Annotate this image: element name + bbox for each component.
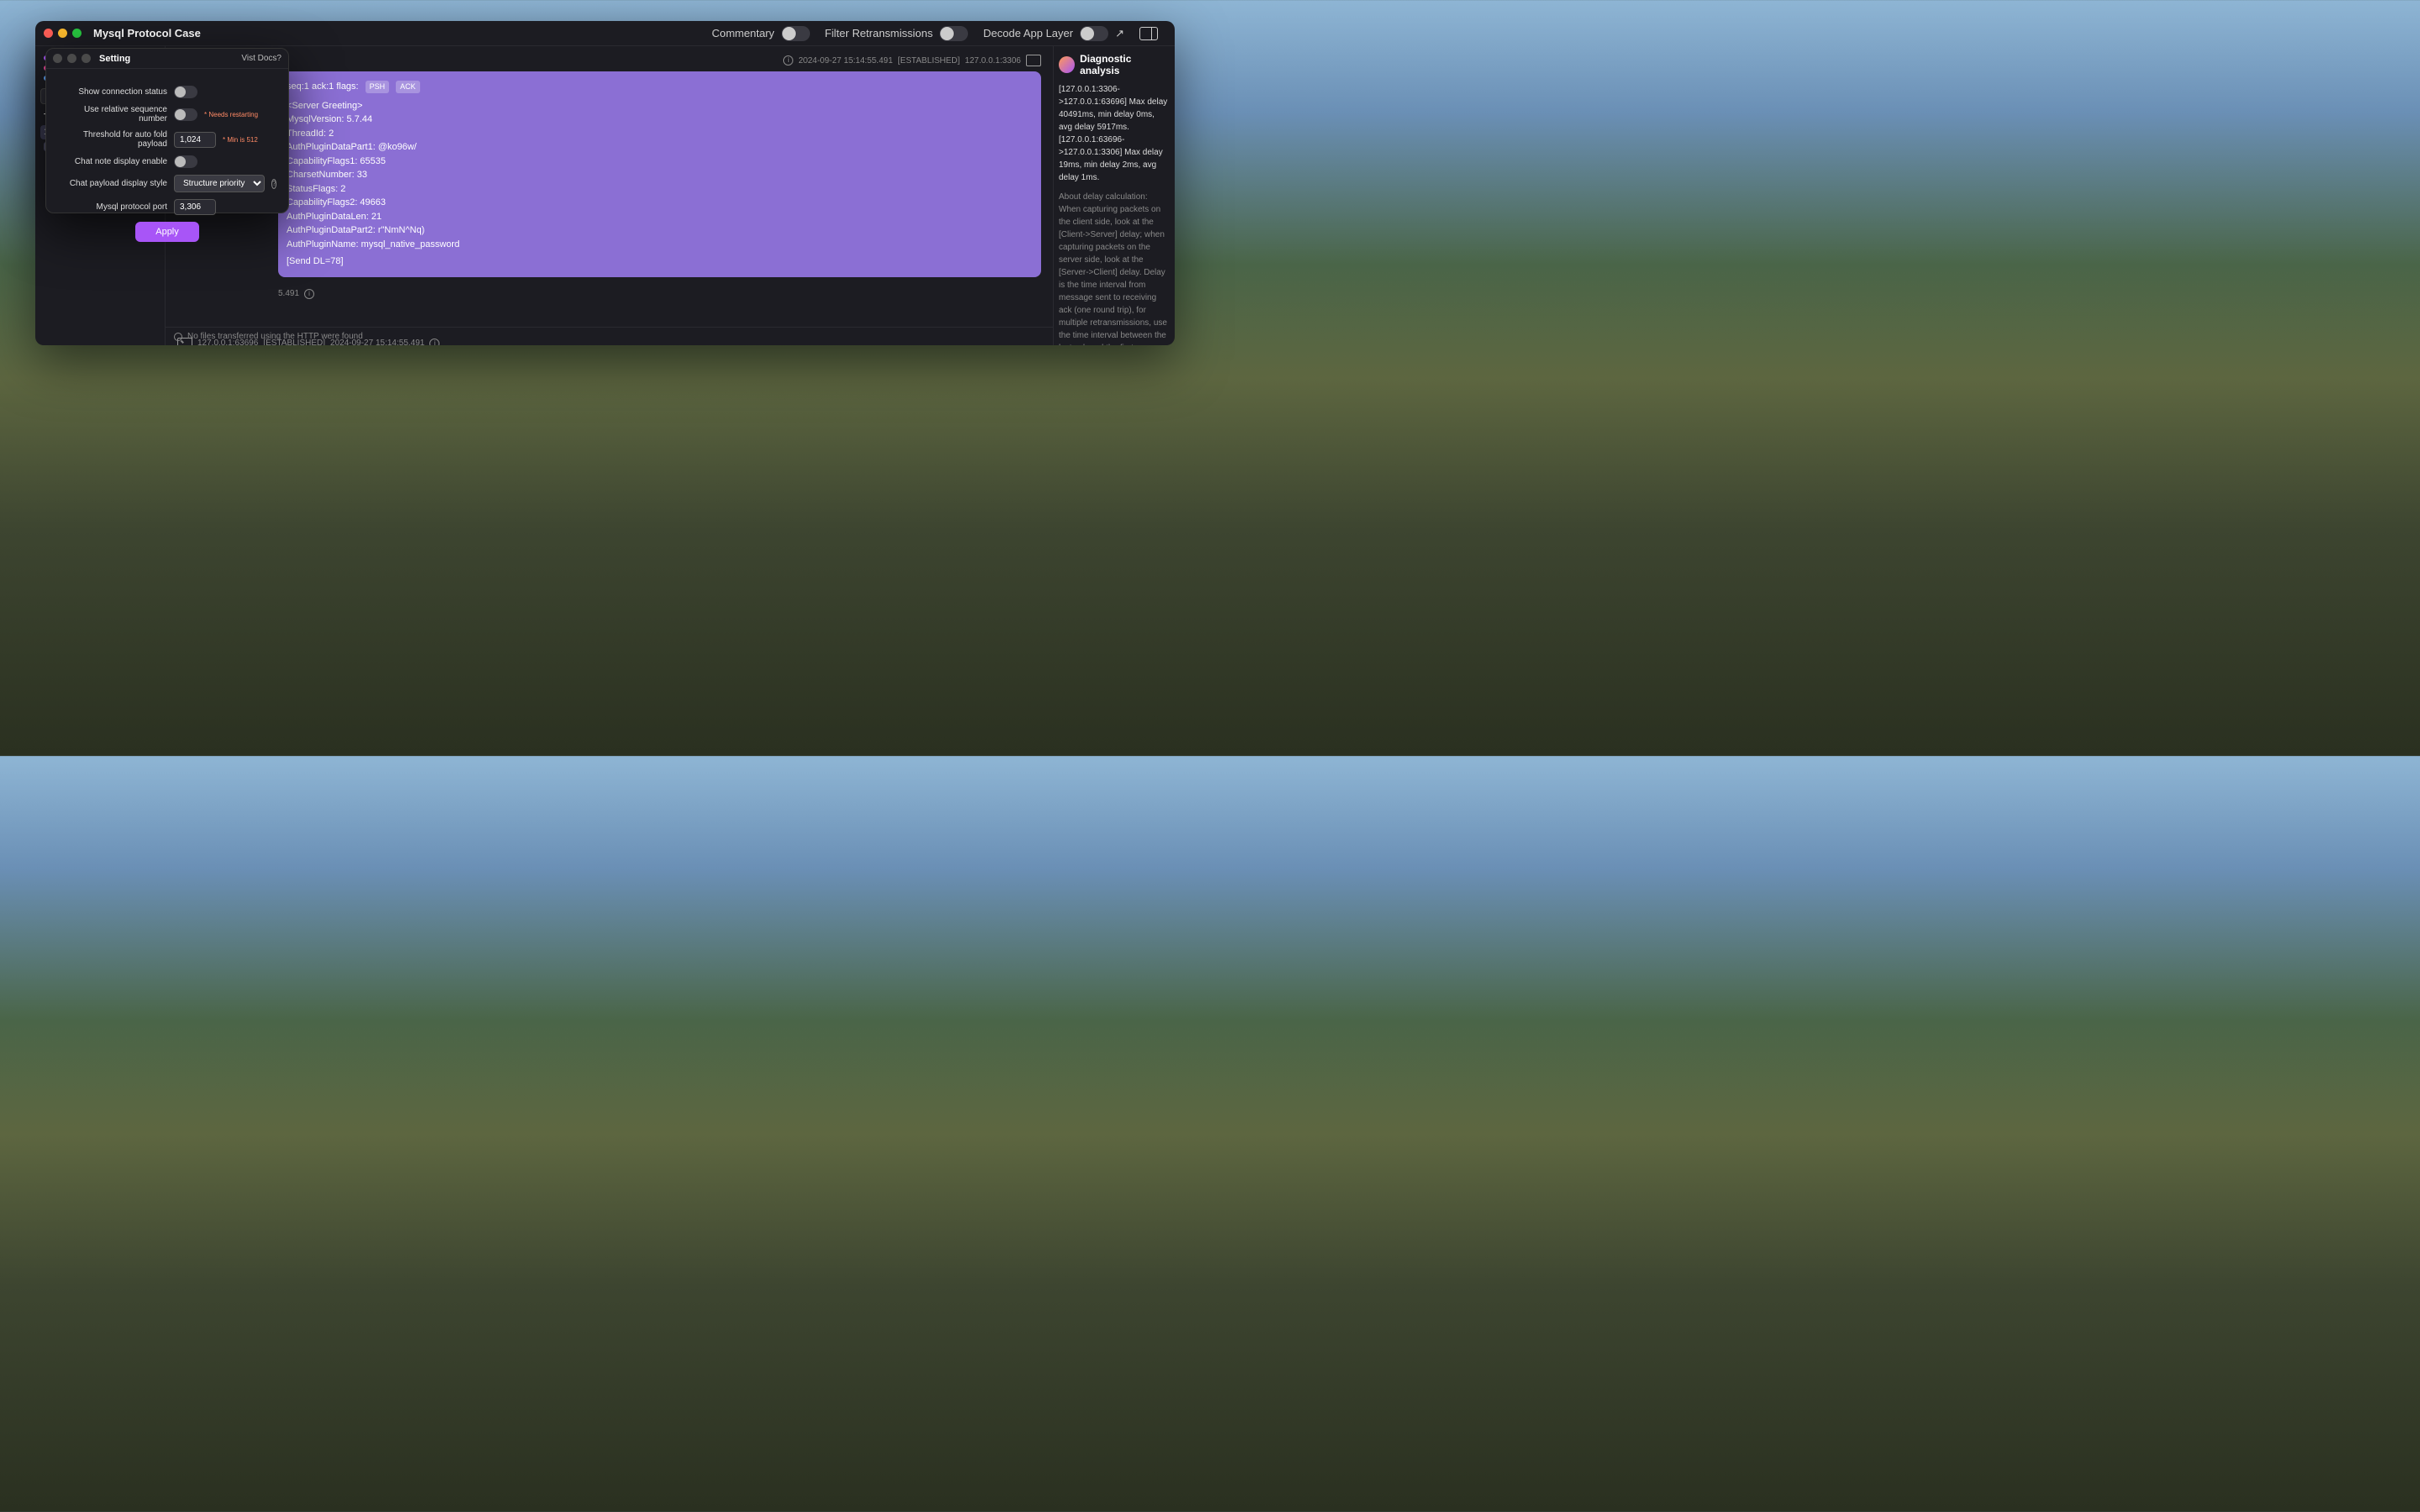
minimize-icon[interactable] [58,29,67,38]
payload-style-select[interactable]: Structure priority [174,175,265,192]
diagnostic-panel: Diagnostic analysis [127.0.0.1:3306->127… [1053,46,1175,345]
threshold-input[interactable] [174,132,216,148]
diagnostic-text: [127.0.0.1:3306->127.0.0.1:63696] Max de… [1059,83,1170,184]
setting-label: Threshold for auto fold payload [58,130,167,149]
payload-line: CapabilityFlags1: 65535 [287,155,1033,169]
payload-line: CharsetNumber: 33 [287,168,1033,182]
toolbar: Commentary Filter Retransmissions Decode… [712,26,1158,41]
payload-line: CapabilityFlags2: 49663 [287,196,1033,210]
help-icon[interactable]: ? [271,179,276,189]
setting-mysql-port: Mysql protocol port [58,199,276,215]
external-link-icon[interactable]: ↗ [1115,27,1124,40]
status-text: No files transferred using the HTTP were… [187,332,363,341]
payload-line: AuthPluginDataPart1: @ko96w/ [287,140,1033,155]
chat-note-toggle[interactable] [174,155,197,168]
toolbar-decode[interactable]: Decode App Layer ↗ [983,26,1124,41]
setting-threshold: Threshold for auto fold payload * Min is… [58,130,276,149]
chat-panel: i 2024-09-27 15:14:55.491 [ESTABLISHED] … [166,46,1053,345]
filter-label: Filter Retransmissions [825,27,934,39]
filter-toggle[interactable] [939,26,968,41]
setting-label: Mysql protocol port [58,202,167,212]
payload-line: ThreadId: 2 [287,127,1033,141]
info-icon[interactable]: i [783,55,793,66]
payload-line: <Server Greeting> [287,99,1033,113]
payload-line: StatusFlags: 2 [287,182,1033,197]
meta-time: 5.491 [278,289,299,298]
titlebar: Mysql Protocol Case Commentary Filter Re… [35,21,1175,46]
meta-state: [ESTABLISHED] [898,56,960,66]
info-icon[interactable]: i [304,289,314,299]
setting-relative-seq: Use relative sequence number * Needs res… [58,105,276,123]
setting-label: Show connection status [58,87,167,97]
flag-badge: PSH [366,81,390,94]
commentary-toggle[interactable] [781,26,810,41]
relative-seq-toggle[interactable] [174,108,197,121]
modal-traffic-lights [53,54,91,63]
payload-line: AuthPluginDataPart2: r"NmN^Nq) [287,223,1033,238]
meta-time: 2024-09-27 15:14:55.491 [798,56,892,66]
setting-chat-note: Chat note display enable [58,155,276,168]
decode-toggle[interactable] [1080,26,1108,41]
bubble-header: seq:1 ack:1 flags: PSH ACK [287,80,1033,94]
meta-addr: 127.0.0.1:3306 [965,56,1021,66]
commentary-label: Commentary [712,27,774,39]
mysql-port-input[interactable] [174,199,216,215]
settings-body: Show connection status Use relative sequ… [46,69,288,259]
apply-button[interactable]: Apply [135,222,199,242]
message-meta-partial: 5.491 i [177,289,1041,299]
setting-label: Chat note display enable [58,157,167,166]
search-icon[interactable] [174,333,182,341]
message-meta: i 2024-09-27 15:14:55.491 [ESTABLISHED] … [177,55,1041,66]
chat-area: i 2024-09-27 15:14:55.491 [ESTABLISHED] … [166,46,1053,345]
maximize-icon[interactable] [82,54,91,63]
settings-title: Setting [99,54,130,64]
diag-p1: [127.0.0.1:3306->127.0.0.1:63696] Max de… [1059,85,1167,132]
diagnostic-title: Diagnostic analysis [1080,53,1170,76]
traffic-lights [44,29,82,38]
setting-label: Chat payload display style [58,179,167,188]
toolbar-filter[interactable]: Filter Retransmissions [825,26,969,41]
close-icon[interactable] [53,54,62,63]
payload-line: AuthPluginName: mysql_native_password [287,238,1033,252]
minimize-icon[interactable] [67,54,76,63]
diag-p3: About delay calculation: When capturing … [1059,191,1170,345]
panel-toggle-icon[interactable] [1139,27,1158,40]
tcp-icon [1059,56,1075,73]
maximize-icon[interactable] [72,29,82,38]
decode-label: Decode App Layer [983,27,1073,39]
setting-show-connection: Show connection status [58,86,276,98]
modal-titlebar: Setting Vist Docs? [46,49,288,69]
send-dl: [Send DL=78] [287,255,1033,269]
message-bubble-server[interactable]: seq:1 ack:1 flags: PSH ACK <Server Greet… [278,71,1041,277]
status-bar: No files transferred using the HTTP were… [166,327,1053,345]
close-icon[interactable] [44,29,53,38]
seq-ack-flags: seq:1 ack:1 flags: [287,80,359,94]
toolbar-commentary[interactable]: Commentary [712,26,809,41]
restart-note: * Needs restarting [204,111,258,118]
payload-line: MysqlVersion: 5.7.44 [287,113,1033,127]
diagnostic-header: Diagnostic analysis [1059,53,1170,76]
setting-payload-style: Chat payload display style Structure pri… [58,175,276,192]
show-connection-toggle[interactable] [174,86,197,98]
payload-line: AuthPluginDataLen: 21 [287,210,1033,224]
settings-modal: Setting Vist Docs? Show connection statu… [45,48,289,213]
setting-label: Use relative sequence number [58,105,167,123]
visit-docs-link[interactable]: Vist Docs? [241,54,281,63]
min-note: * Min is 512 [223,136,258,144]
diag-p2: [127.0.0.1:63696->127.0.0.1:3306] Max de… [1059,135,1163,182]
flag-badge: ACK [396,81,420,94]
computer-icon [1026,55,1041,66]
window-title: Mysql Protocol Case [93,27,201,39]
